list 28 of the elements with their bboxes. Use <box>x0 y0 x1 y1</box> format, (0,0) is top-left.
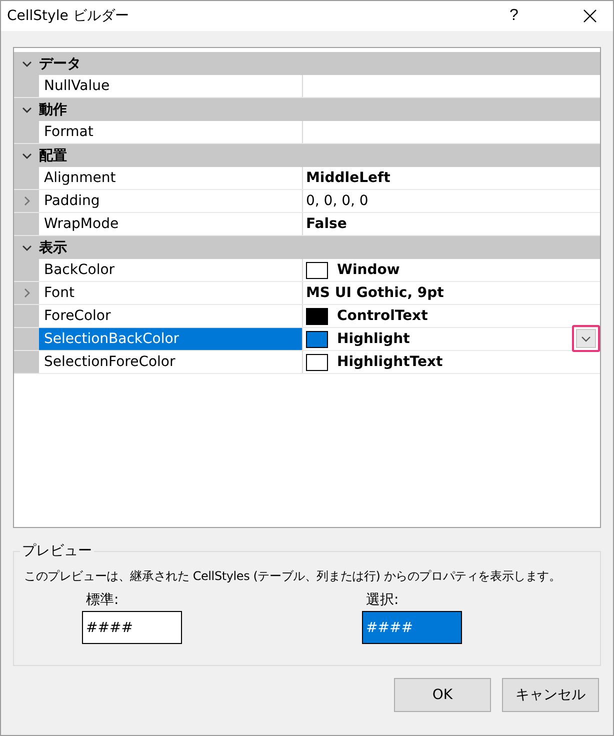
property-value[interactable]: False <box>306 216 347 232</box>
sample-label: 標準: <box>85 591 120 609</box>
chevron-icon <box>581 336 591 342</box>
cancel-button[interactable]: キャンセル <box>502 678 599 712</box>
ok-button[interactable]: OK <box>394 678 491 712</box>
sample-preview: #### <box>82 611 182 644</box>
window-title: CellStyle ビルダー <box>7 7 130 25</box>
sample-preview: #### <box>362 611 462 644</box>
category-name: 動作 <box>39 100 67 118</box>
property-name[interactable]: SelectionBackColor <box>39 328 303 350</box>
property-value[interactable]: Window <box>337 262 400 278</box>
row-gutter <box>14 328 39 350</box>
dropdown-button[interactable] <box>576 329 596 348</box>
help-button[interactable]: ? <box>491 1 537 31</box>
property-value[interactable]: MiddleLeft <box>306 170 390 186</box>
category-name: データ <box>39 54 81 72</box>
category-name: 配置 <box>39 146 67 164</box>
row-gutter <box>14 351 39 373</box>
property-value[interactable]: Highlight <box>337 331 410 347</box>
preview-description: このプレビューは、継承された CellStyles (テーブル、列または行) からのプロパティを表示します。 <box>24 568 562 585</box>
property-value[interactable]: MS UI Gothic, 9pt <box>306 285 444 301</box>
property-value[interactable]: 0, 0, 0, 0 <box>306 193 368 209</box>
close-icon <box>583 9 597 23</box>
group-title: プレビュー <box>21 542 93 560</box>
sample-label: 選択: <box>365 591 400 609</box>
property-value[interactable]: HighlightText <box>337 354 443 370</box>
category-name: 表示 <box>39 238 67 256</box>
property-value[interactable]: ControlText <box>337 308 428 324</box>
